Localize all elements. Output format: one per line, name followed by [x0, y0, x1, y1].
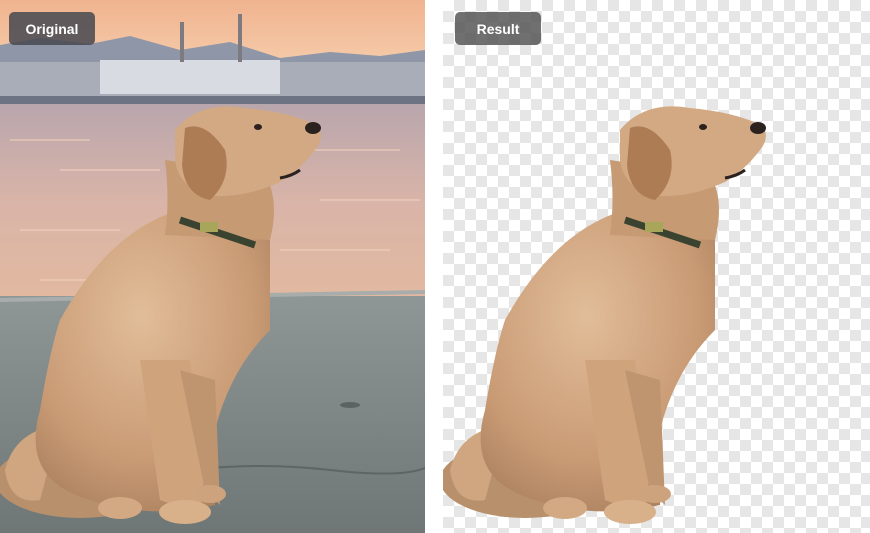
original-label-badge: Original	[9, 12, 95, 45]
ship	[100, 60, 280, 94]
result-cutout	[443, 106, 766, 524]
original-image-panel: Original	[0, 0, 425, 533]
result-label-badge: Result	[455, 12, 541, 45]
dog-cutout	[443, 106, 766, 524]
result-image-panel: Result	[443, 0, 870, 533]
original-photo	[0, 0, 425, 533]
